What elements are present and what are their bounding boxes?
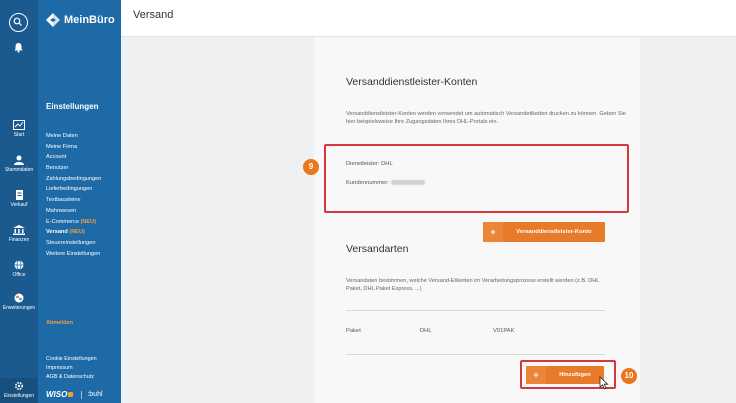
redacted-value	[390, 180, 425, 185]
cell-carrier: DHL	[420, 328, 432, 334]
dashboard-icon	[13, 120, 25, 130]
settings-panel	[314, 37, 640, 403]
logo[interactable]: MeinBüro	[46, 13, 115, 27]
document-icon	[16, 190, 23, 200]
rail-item-label: Stammdaten	[4, 167, 34, 173]
rail-item-einstellungen[interactable]: Einstellungen	[0, 378, 38, 403]
table-divider	[346, 310, 605, 311]
sidebar-item-weitere-einstellungen[interactable]: Weitere Einstellungen	[46, 249, 101, 260]
cell-type: Paket	[346, 328, 361, 334]
step-marker-9: 9	[303, 159, 319, 175]
impressum-link[interactable]: Impressum	[46, 364, 97, 373]
wiso-logo: WISO	[46, 390, 68, 399]
logout-link[interactable]: Abmelden	[46, 320, 73, 326]
step-marker-10: 10	[621, 368, 637, 384]
mouse-cursor-icon	[599, 376, 609, 390]
customer-number-field: Kundennummer:	[346, 180, 425, 186]
rail-item-label: Einstellungen	[3, 393, 35, 399]
rail-item-erweiterungen[interactable]: Erweiterungen	[0, 293, 38, 311]
rail-item-label: Finanzen	[8, 237, 30, 243]
sidebar-item-meine-daten[interactable]: Meine Daten	[46, 131, 101, 142]
logo-text: MeinBüro	[64, 14, 115, 26]
new-badge: (NEU)	[80, 218, 97, 225]
sidebar-item-mahnwesen[interactable]: Mahnwesen	[46, 206, 101, 217]
agb-link[interactable]: AGB & Datenschutz	[46, 373, 97, 382]
page-title: Versand	[133, 9, 174, 21]
sidebar-footer: Cookie Einstellungen Impressum AGB & Dat…	[46, 355, 97, 382]
bank-icon	[13, 225, 25, 235]
logo-icon	[46, 13, 60, 27]
sidebar-item-meine-firma[interactable]: Meine Firma	[46, 142, 101, 153]
gear-icon	[14, 381, 24, 391]
extensions-icon	[14, 293, 24, 303]
sidebar-item-benutzer[interactable]: Benutzer	[46, 163, 101, 174]
settings-sidebar: MeinBüro Einstellungen Meine Daten Meine…	[38, 0, 121, 403]
customer-number-label: Kundennummer:	[346, 180, 389, 187]
sidebar-item-e-commerce[interactable]: E-Commerce (NEU)	[46, 217, 101, 228]
buhl-logo: :buhl	[87, 391, 103, 398]
sidebar-item-versand[interactable]: Versand (NEU)	[46, 227, 101, 238]
sidebar-item-steuereinstellungen[interactable]: Steuereinstellungen	[46, 238, 101, 249]
provider-field: Dienstleister: DHL	[346, 161, 393, 167]
rail-item-label: Start	[13, 132, 25, 138]
plus-icon: +	[483, 222, 503, 242]
sidebar-item-account[interactable]: Account	[46, 152, 101, 163]
wiso-dot-icon	[68, 392, 74, 397]
sidebar-item-zahlungsbedingungen[interactable]: Zahlungsbedingungen	[46, 174, 101, 185]
rail-item-label: Office	[12, 272, 26, 278]
brand-bar: WISO :buhl	[46, 390, 103, 399]
highlight-box	[324, 144, 629, 213]
button-label: Hinzufügen	[559, 372, 591, 378]
rail-item-stammdaten[interactable]: Stammdaten	[0, 155, 38, 173]
rail-item-finanzen[interactable]: Finanzen	[0, 225, 38, 243]
search-icon[interactable]	[9, 13, 28, 32]
add-shipping-method-button[interactable]: + Hinzufügen	[526, 366, 604, 384]
top-bar: Versand	[121, 0, 736, 37]
add-provider-account-button[interactable]: + Versanddienstleister-Konto	[483, 222, 605, 242]
sidebar-item-textbausteine[interactable]: Textbausteine	[46, 195, 101, 206]
rail-item-start[interactable]: Start	[0, 120, 38, 138]
versandarten-section-title: Versandarten	[346, 243, 409, 255]
rail-item-office[interactable]: Office	[0, 260, 38, 278]
plus-icon: +	[526, 366, 546, 384]
cookie-settings-link[interactable]: Cookie Einstellungen	[46, 355, 97, 364]
sidebar-menu: Meine Daten Meine Firma Account Benutzer…	[46, 131, 101, 259]
sidebar-heading: Einstellungen	[46, 102, 99, 111]
divider	[81, 390, 83, 399]
rail-item-label: Verkauf	[10, 202, 28, 208]
rail-item-label: Erweiterungen	[2, 305, 36, 311]
table-divider	[346, 354, 605, 355]
rail-item-verkauf[interactable]: Verkauf	[0, 190, 38, 208]
konten-description: Versanddienstleister-Konten werden verwe…	[346, 111, 626, 126]
sidebar-item-lieferbedingungen[interactable]: Lieferbedingungen	[46, 184, 101, 195]
icon-rail: Start Stammdaten Verkauf Finanzen Office…	[0, 0, 38, 403]
cell-code: V01PAK	[493, 328, 515, 334]
new-badge: (NEU)	[69, 229, 85, 236]
button-label: Versanddienstleister-Konto	[516, 229, 592, 235]
bell-icon[interactable]	[13, 40, 24, 58]
konten-section-title: Versanddienstleister-Konten	[346, 76, 478, 88]
contacts-icon	[14, 155, 24, 165]
globe-icon	[14, 260, 24, 270]
versandarten-description: Versandaten bestimmen, welche Versand-Et…	[346, 278, 600, 293]
